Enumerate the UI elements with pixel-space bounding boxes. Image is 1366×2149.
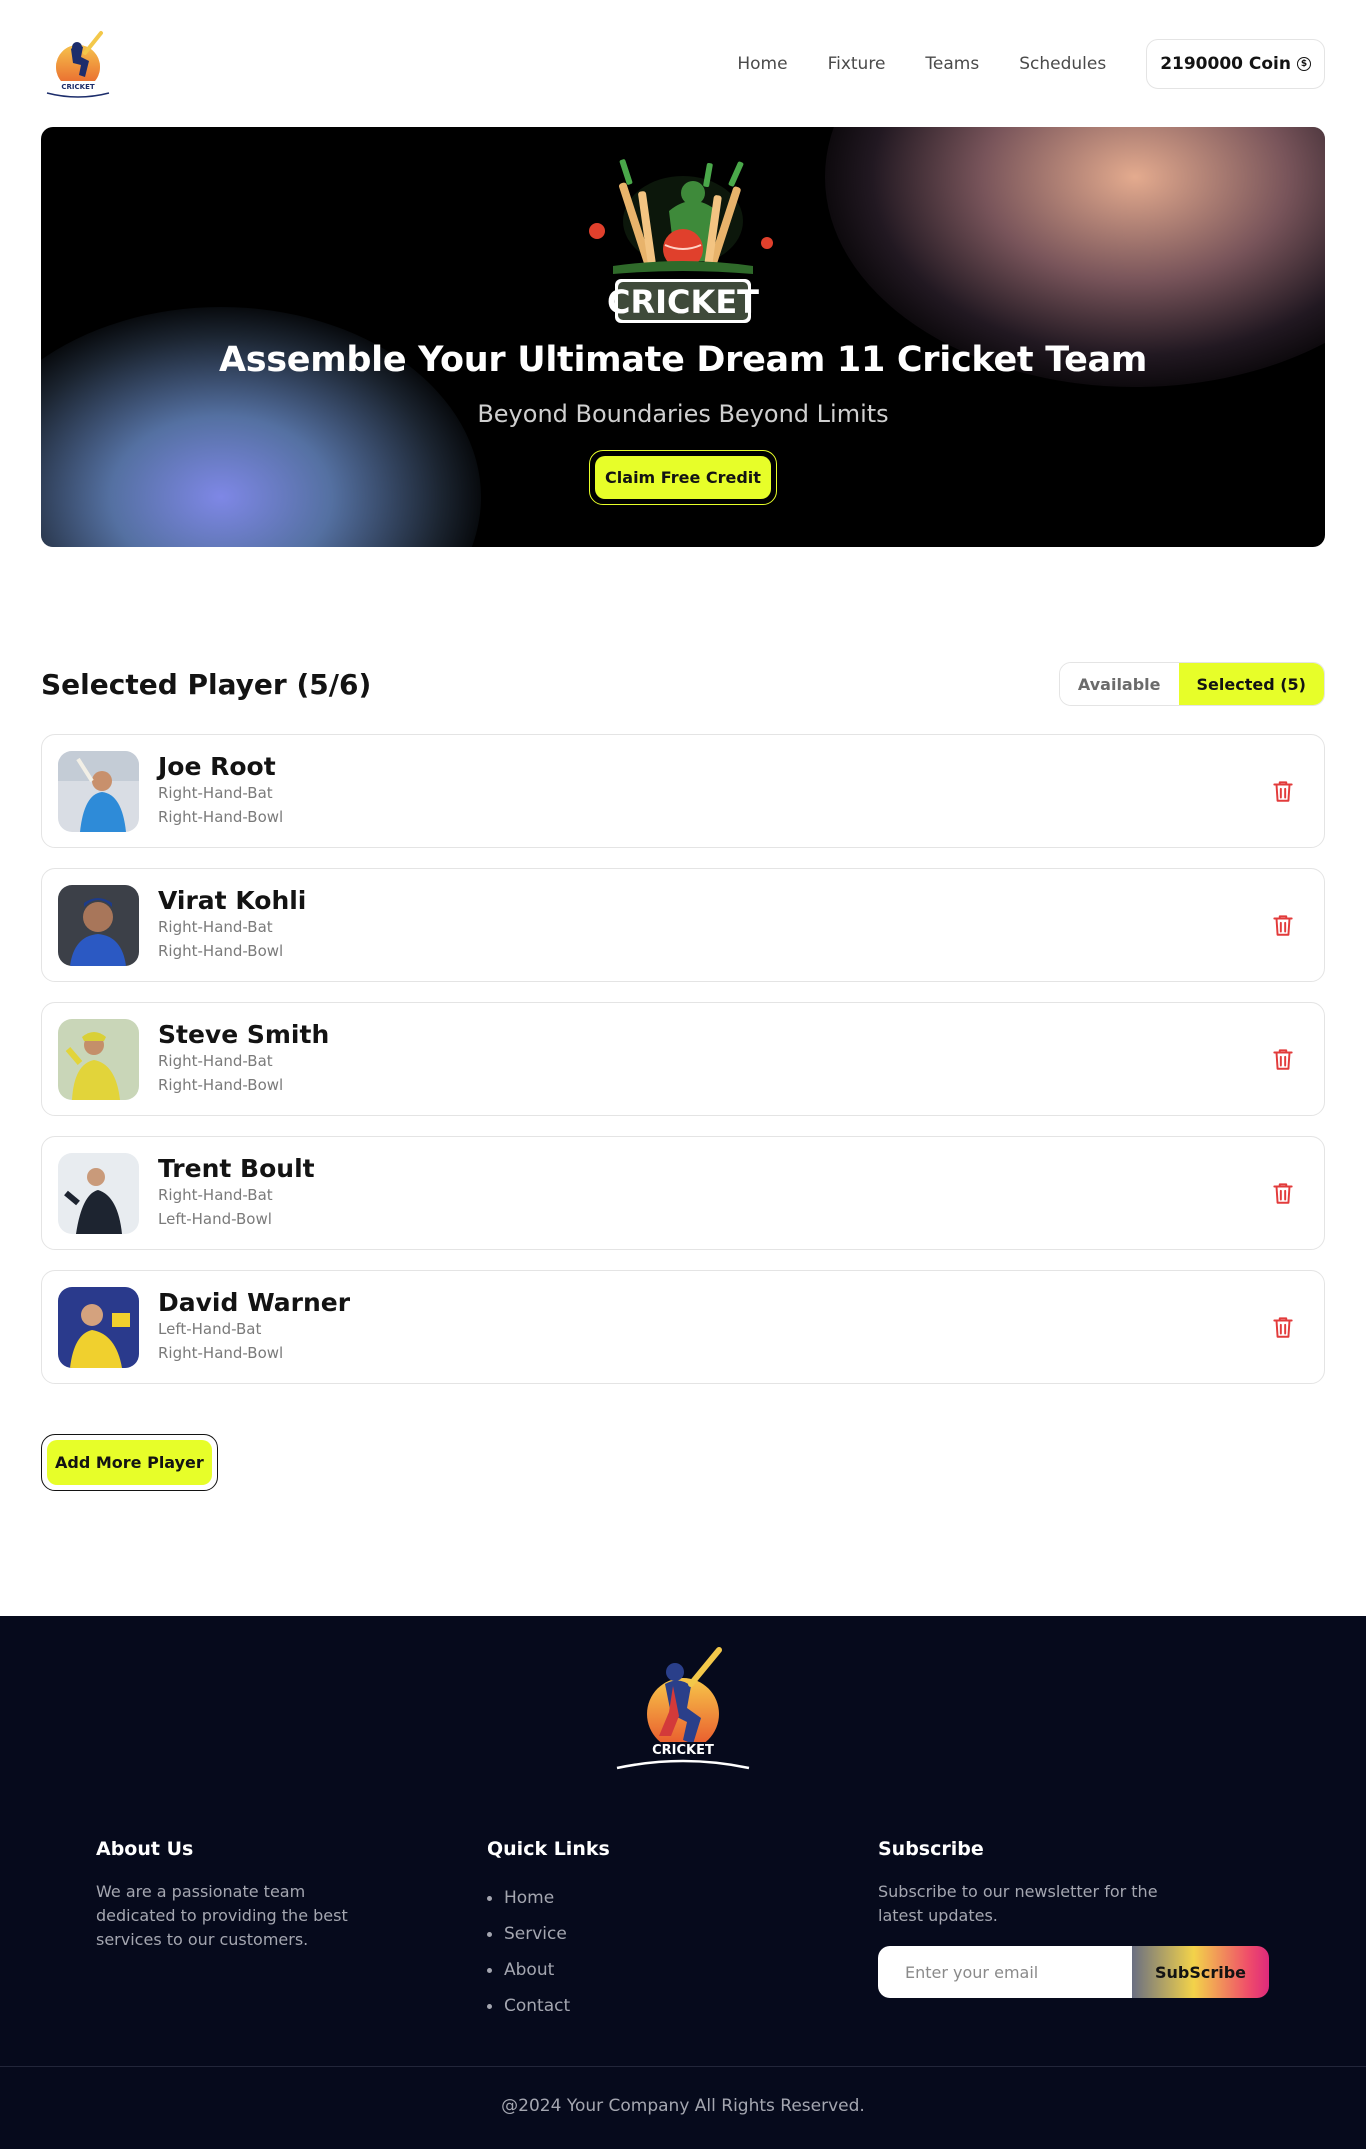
player-bowling-style: Right-Hand-Bowl: [158, 1076, 284, 1094]
bullet-icon: [487, 1967, 492, 1973]
player-card: Steve Smith Right-Hand-Bat Right-Hand-Bo…: [41, 1002, 1325, 1116]
trash-icon[interactable]: [1270, 1046, 1296, 1072]
player-name: Joe Root: [158, 752, 276, 781]
trash-icon[interactable]: [1270, 912, 1296, 938]
player-avatar: [58, 1286, 139, 1368]
footer-link-home[interactable]: Home: [487, 1880, 878, 1916]
trash-icon[interactable]: [1270, 1180, 1296, 1206]
footer-subscribe-title: Subscribe: [878, 1838, 984, 1860]
footer-link-contact[interactable]: Contact: [487, 1988, 878, 2024]
player-card: Trent Boult Right-Hand-Bat Left-Hand-Bow…: [41, 1136, 1325, 1250]
selected-player-list: Joe Root Right-Hand-Bat Right-Hand-Bowl: [41, 734, 1325, 1384]
add-more-wrapper: Add More Player: [41, 1434, 218, 1491]
footer-links-list: Home Service About Contact: [487, 1880, 878, 2024]
claim-credit-wrapper: Claim Free Credit: [589, 450, 777, 505]
footer-about-title: About Us: [96, 1838, 194, 1860]
coin-balance[interactable]: 2190000 Coin $: [1146, 38, 1325, 89]
nav-links: Home Fixture Teams Schedules: [737, 54, 1146, 74]
footer-columns: About Us We are a passionate team dedica…: [96, 1838, 1269, 2024]
coin-balance-label: 2190000 Coin: [1160, 53, 1291, 74]
player-info: Joe Root Right-Hand-Bat Right-Hand-Bowl: [58, 750, 283, 832]
player-name: David Warner: [158, 1288, 351, 1317]
add-more-player-button[interactable]: Add More Player: [47, 1440, 212, 1485]
player-view-toggle: Available Selected (5): [1058, 662, 1325, 706]
page: CRICKET Home Fixture Teams Schedules 219…: [0, 0, 1366, 2149]
nav-link-teams[interactable]: Teams: [925, 54, 979, 74]
bullet-icon: [487, 1931, 492, 1937]
player-info: Trent Boult Right-Hand-Bat Left-Hand-Bow…: [58, 1152, 315, 1234]
footer: CRICKET About Us We are a passionate tea…: [0, 1616, 1366, 2149]
footer-link-label: About: [504, 1960, 555, 1980]
claim-free-credit-button[interactable]: Claim Free Credit: [595, 456, 771, 499]
bullet-icon: [487, 1895, 492, 1901]
player-avatar: [58, 884, 139, 966]
player-batting-style: Right-Hand-Bat: [158, 918, 273, 936]
footer-subscribe: Subscribe Subscribe to our newsletter fo…: [878, 1838, 1269, 2024]
svg-text:CRICKET: CRICKET: [652, 1743, 714, 1758]
cricket-hero-logo-icon: CRICKET: [589, 159, 773, 323]
svg-text:CRICKET: CRICKET: [61, 83, 94, 91]
hero-title: Assemble Your Ultimate Dream 11 Cricket …: [218, 340, 1148, 380]
tab-selected[interactable]: Selected (5): [1178, 663, 1324, 705]
top-nav: CRICKET Home Fixture Teams Schedules 219…: [0, 0, 1366, 127]
section-header: Selected Player (5/6) Available Selected…: [41, 662, 1325, 706]
subscribe-form: SubScribe: [878, 1946, 1269, 1998]
player-name: Virat Kohli: [158, 886, 307, 915]
cricket-logo-icon[interactable]: CRICKET: [41, 27, 115, 101]
player-batting-style: Right-Hand-Bat: [158, 1052, 273, 1070]
player-text: Steve Smith Right-Hand-Bat Right-Hand-Bo…: [158, 1021, 329, 1097]
player-name: Trent Boult: [158, 1154, 315, 1183]
player-batting-style: Left-Hand-Bat: [158, 1320, 262, 1338]
player-bowling-style: Right-Hand-Bowl: [158, 1344, 284, 1362]
selected-players-section: Selected Player (5/6) Available Selected…: [41, 662, 1325, 1491]
nav-right: Home Fixture Teams Schedules 2190000 Coi…: [737, 38, 1325, 89]
footer-link-label: Home: [504, 1888, 555, 1908]
player-batting-style: Right-Hand-Bat: [158, 1186, 273, 1204]
cricket-footer-logo-icon: CRICKET: [616, 1647, 750, 1770]
trash-icon[interactable]: [1270, 1314, 1296, 1340]
player-avatar: [58, 1152, 139, 1234]
player-text: David Warner Left-Hand-Bat Right-Hand-Bo…: [158, 1289, 350, 1365]
player-name: Steve Smith: [158, 1020, 330, 1049]
section-title: Selected Player (5/6): [41, 667, 372, 701]
email-input[interactable]: [878, 1946, 1132, 1998]
player-avatar: [58, 750, 139, 832]
player-bowling-style: Right-Hand-Bowl: [158, 942, 284, 960]
subscribe-button[interactable]: SubScribe: [1132, 1946, 1269, 1998]
player-info: David Warner Left-Hand-Bat Right-Hand-Bo…: [58, 1286, 350, 1368]
footer-quick-links: Quick Links Home Service About Contact: [487, 1838, 878, 2024]
footer-link-label: Service: [504, 1924, 567, 1944]
coin-icon: $: [1297, 56, 1311, 71]
player-card: Joe Root Right-Hand-Bat Right-Hand-Bowl: [41, 734, 1325, 848]
copyright-text: @2024 Your Company All Rights Reserved.: [501, 2096, 865, 2116]
player-text: Trent Boult Right-Hand-Bat Left-Hand-Bow…: [158, 1155, 315, 1231]
bullet-icon: [487, 2003, 492, 2009]
footer-divider: [0, 2066, 1366, 2067]
nav-link-home[interactable]: Home: [737, 54, 787, 74]
nav-link-fixture[interactable]: Fixture: [828, 54, 886, 74]
player-info: Steve Smith Right-Hand-Bat Right-Hand-Bo…: [58, 1018, 329, 1100]
player-batting-style: Right-Hand-Bat: [158, 784, 273, 802]
footer-link-about[interactable]: About: [487, 1952, 878, 1988]
nav-link-schedules[interactable]: Schedules: [1019, 54, 1106, 74]
footer-link-label: Contact: [504, 1996, 571, 2016]
player-text: Virat Kohli Right-Hand-Bat Right-Hand-Bo…: [158, 887, 306, 963]
player-avatar: [58, 1018, 139, 1100]
trash-icon[interactable]: [1270, 778, 1296, 804]
footer-about-text: We are a passionate team dedicated to pr…: [96, 1882, 348, 1949]
footer-subscribe-text: Subscribe to our newsletter for the late…: [878, 1882, 1158, 1925]
hero-subtitle: Beyond Boundaries Beyond Limits: [477, 400, 889, 428]
footer-link-service[interactable]: Service: [487, 1916, 878, 1952]
footer-about: About Us We are a passionate team dedica…: [96, 1838, 487, 2024]
svg-text:CRICKET: CRICKET: [607, 283, 759, 321]
hero-banner: CRICKET Assemble Your Ultimate Dream 11 …: [41, 127, 1325, 547]
tab-available[interactable]: Available: [1059, 663, 1179, 705]
player-card: Virat Kohli Right-Hand-Bat Right-Hand-Bo…: [41, 868, 1325, 982]
player-bowling-style: Right-Hand-Bowl: [158, 808, 284, 826]
player-card: David Warner Left-Hand-Bat Right-Hand-Bo…: [41, 1270, 1325, 1384]
player-info: Virat Kohli Right-Hand-Bat Right-Hand-Bo…: [58, 884, 306, 966]
player-bowling-style: Left-Hand-Bowl: [158, 1210, 272, 1228]
footer-links-title: Quick Links: [487, 1838, 610, 1860]
player-text: Joe Root Right-Hand-Bat Right-Hand-Bowl: [158, 753, 283, 829]
